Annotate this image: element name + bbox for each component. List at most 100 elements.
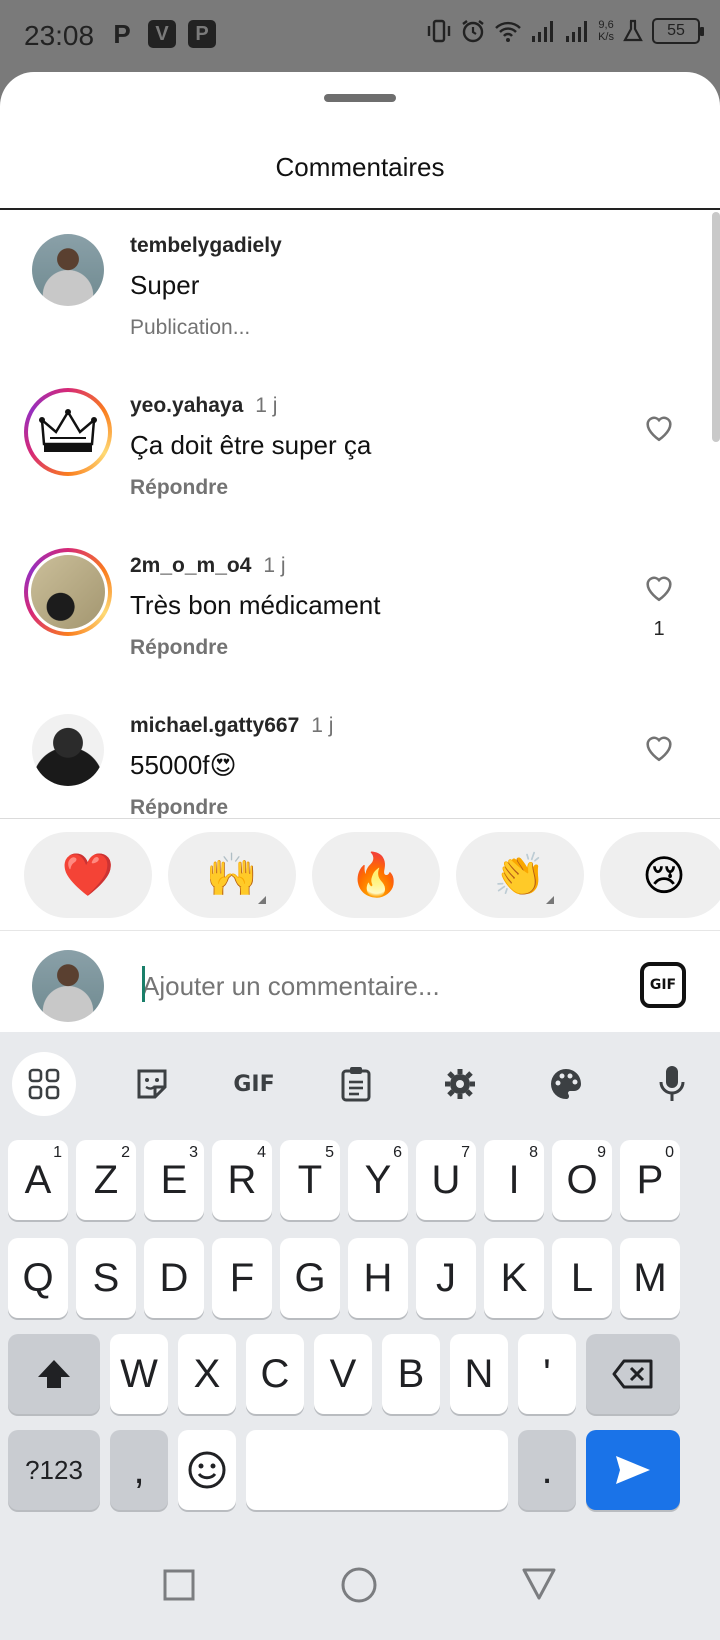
story-ring[interactable]: [24, 388, 112, 476]
comment-username[interactable]: michael.gatty667 1 j: [130, 714, 333, 738]
comment-item: tembelygadiely Super Publication...: [0, 210, 720, 370]
key-v[interactable]: V: [314, 1334, 372, 1414]
key-t[interactable]: T5: [280, 1140, 340, 1220]
comment-username[interactable]: yeo.yahaya 1 j: [130, 394, 277, 418]
backspace-key[interactable]: [586, 1334, 680, 1414]
signal-icon: [532, 21, 554, 42]
shift-key[interactable]: [8, 1334, 100, 1414]
comma-key[interactable]: ,: [110, 1430, 168, 1510]
like-heart-icon[interactable]: [642, 410, 676, 444]
key-r[interactable]: R4: [212, 1140, 272, 1220]
key-k[interactable]: K: [484, 1238, 544, 1318]
key-g[interactable]: G: [280, 1238, 340, 1318]
keyboard-gif-button[interactable]: GIF: [222, 1052, 286, 1116]
send-key[interactable]: [586, 1430, 680, 1510]
key-x[interactable]: X: [178, 1334, 236, 1414]
avatar: [31, 555, 105, 629]
like-heart-icon[interactable]: [642, 730, 676, 764]
status-time: 23:08: [24, 20, 95, 51]
notification-icons: P V P: [108, 18, 216, 49]
sticker-icon[interactable]: [120, 1052, 184, 1116]
smiley-icon: [188, 1451, 226, 1489]
key-l[interactable]: L: [552, 1238, 612, 1318]
comment-item: yeo.yahaya 1 j Ça doit être super ça Répo…: [0, 370, 720, 530]
key-j[interactable]: J: [416, 1238, 476, 1318]
reply-button[interactable]: Répondre: [130, 476, 228, 500]
like-heart-icon[interactable]: [642, 570, 676, 604]
theme-palette-icon[interactable]: [534, 1052, 598, 1116]
app-notification-icon: P: [113, 18, 131, 49]
key-e[interactable]: E3: [144, 1140, 204, 1220]
drag-handle[interactable]: [324, 94, 396, 102]
settings-gear-icon[interactable]: [428, 1052, 492, 1116]
comment-composer: GIF: [0, 940, 720, 1032]
gif-button[interactable]: GIF: [640, 962, 686, 1008]
wifi-icon: [495, 21, 521, 42]
key-w[interactable]: W: [110, 1334, 168, 1414]
key-f[interactable]: F: [212, 1238, 272, 1318]
space-key[interactable]: [246, 1430, 508, 1510]
key-apostrophe[interactable]: ': [518, 1334, 576, 1414]
own-avatar: [32, 950, 104, 1022]
reply-button[interactable]: Répondre: [130, 796, 228, 820]
apps-grid-icon[interactable]: [12, 1052, 76, 1116]
comment-username[interactable]: 2m_o_m_o4 1 j: [130, 554, 286, 578]
app-notification-icon: V: [148, 20, 176, 48]
home-circle-icon[interactable]: [340, 1566, 378, 1604]
status-bar: 23:08 P V P 9,6 K/s 55: [0, 0, 720, 72]
divider: [0, 930, 720, 931]
period-key[interactable]: .: [518, 1430, 576, 1510]
comment-time: 1 j: [255, 394, 278, 417]
key-q[interactable]: Q: [8, 1238, 68, 1318]
variant-indicator: [546, 896, 554, 904]
emoji-key[interactable]: [178, 1430, 236, 1510]
avatar: [31, 395, 105, 469]
recents-square-icon[interactable]: [162, 1568, 196, 1602]
variant-indicator: [258, 896, 266, 904]
key-m[interactable]: M: [620, 1238, 680, 1318]
comment-list[interactable]: tembelygadiely Super Publication... yeo.…: [0, 210, 720, 890]
flask-icon: [623, 19, 643, 42]
comment-text: 55000f😍: [130, 750, 237, 780]
key-s[interactable]: S: [76, 1238, 136, 1318]
key-h[interactable]: H: [348, 1238, 408, 1318]
avatar[interactable]: [32, 714, 104, 786]
keyboard: GIF A1 Z2 E3 R4 T5 Y6 U7 I8 O9 P0 Q S D …: [0, 1032, 720, 1640]
reaction-clap[interactable]: 👏: [456, 832, 584, 918]
comment-input[interactable]: [142, 964, 592, 1008]
key-p[interactable]: P0: [620, 1140, 680, 1220]
reaction-raised-hands[interactable]: 🙌: [168, 832, 296, 918]
avatar[interactable]: [32, 234, 104, 306]
crown-icon: [39, 409, 97, 452]
key-d[interactable]: D: [144, 1238, 204, 1318]
reaction-fire[interactable]: 🔥: [312, 832, 440, 918]
comment-status: Publication...: [130, 316, 251, 339]
key-y[interactable]: Y6: [348, 1140, 408, 1220]
comment-text: Très bon médicament: [130, 590, 381, 620]
key-c[interactable]: C: [246, 1334, 304, 1414]
key-b[interactable]: B: [382, 1334, 440, 1414]
back-triangle-icon[interactable]: [520, 1566, 558, 1602]
reaction-heart[interactable]: ❤️: [24, 832, 152, 918]
scrollbar[interactable]: [712, 212, 720, 442]
comment-text: Super: [130, 270, 200, 300]
reaction-crying[interactable]: 😢: [600, 832, 720, 918]
key-n[interactable]: N: [450, 1334, 508, 1414]
key-z[interactable]: Z2: [76, 1140, 136, 1220]
story-ring[interactable]: [24, 548, 112, 636]
symbols-key[interactable]: ?123: [8, 1430, 100, 1510]
system-nav-bar: [0, 1548, 720, 1640]
battery-icon: 55: [652, 18, 704, 44]
key-a[interactable]: A1: [8, 1140, 68, 1220]
key-u[interactable]: U7: [416, 1140, 476, 1220]
sheet-title: Commentaires: [275, 152, 445, 182]
microphone-icon[interactable]: [640, 1052, 704, 1116]
reply-button[interactable]: Répondre: [130, 636, 228, 660]
key-i[interactable]: I8: [484, 1140, 544, 1220]
clipboard-icon[interactable]: [324, 1052, 388, 1116]
comment-username[interactable]: tembelygadiely: [130, 234, 282, 258]
backspace-icon: [612, 1359, 653, 1389]
network-speed: 9,6 K/s: [598, 19, 614, 43]
app-notification-icon: P: [188, 20, 216, 48]
key-o[interactable]: O9: [552, 1140, 612, 1220]
